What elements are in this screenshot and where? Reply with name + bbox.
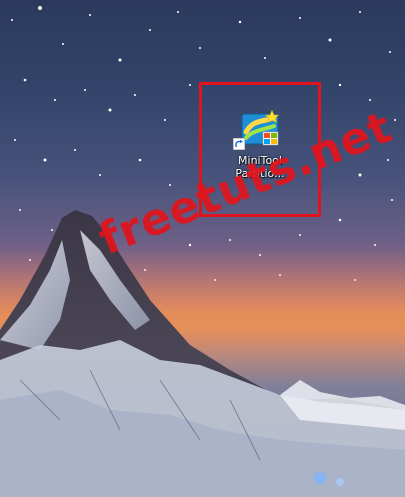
shortcut-label-line1: MiniTool [238, 154, 282, 167]
shortcut-label-line2: Partitio... [235, 167, 285, 180]
minitool-partition-wizard-icon [233, 108, 281, 150]
desktop[interactable]: MiniTool Partitio... freetuts.net [0, 0, 405, 497]
minitool-shortcut[interactable]: MiniTool Partitio... [222, 108, 298, 194]
shortcut-label: MiniTool Partitio... [235, 154, 284, 180]
shortcut-arrow-icon [233, 138, 245, 150]
mountain-wallpaper [0, 210, 405, 497]
